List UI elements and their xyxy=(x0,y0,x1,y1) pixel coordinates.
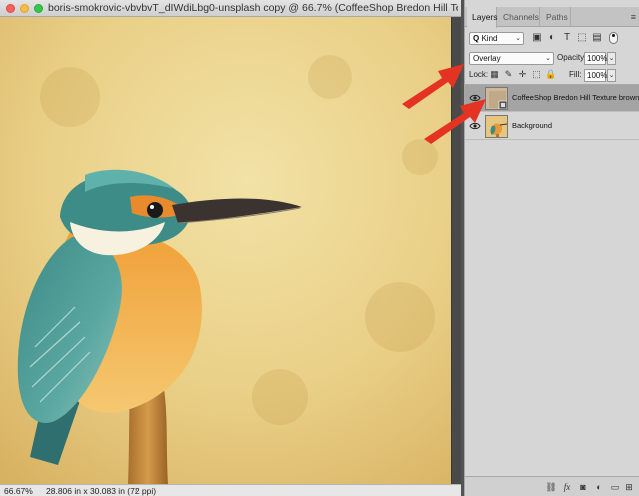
lock-label: Lock: xyxy=(469,70,489,79)
layer-name: CoffeeShop Bredon Hill Texture brown xyxy=(512,93,639,102)
document-window: boris-smokrovic-vbvbvT_dIWdiLbg0-unsplas… xyxy=(0,0,461,496)
photoshop-workspace: boris-smokrovic-vbvbvT_dIWdiLbg0-unsplas… xyxy=(0,0,639,496)
lock-all-icon[interactable]: 🔒 xyxy=(545,69,556,80)
lock-transparent-pixels-icon[interactable]: ▦ xyxy=(489,69,500,80)
add-mask-icon[interactable]: ◙ xyxy=(577,481,589,493)
blend-opacity-row: Overlay ⌄ Opacity: 100% ⌄ xyxy=(465,48,639,66)
smart-object-filter-icon[interactable]: ▤ xyxy=(591,32,603,44)
layer-row[interactable]: Background xyxy=(465,113,639,140)
fill-label: Fill: xyxy=(569,70,582,79)
tab-channels[interactable]: Channels xyxy=(498,7,540,27)
layers-panel: Layers Channels Paths ≡ Q Kind ⌄ ▣ ◐ T ⬚… xyxy=(464,0,639,496)
link-layers-icon[interactable]: ⛓ xyxy=(545,481,557,493)
chevron-down-icon: ⌄ xyxy=(515,35,521,42)
opacity-field[interactable]: 100% xyxy=(584,52,607,65)
tab-layers[interactable]: Layers xyxy=(467,7,498,28)
shape-filter-icon[interactable]: ⬚ xyxy=(576,32,588,44)
blend-mode-select[interactable]: Overlay ⌄ xyxy=(469,52,554,65)
kingfisher-photo xyxy=(0,17,451,484)
panel-menu-icon[interactable]: ≡ xyxy=(631,11,636,23)
opacity-label: Opacity: xyxy=(557,53,587,62)
lock-position-icon[interactable]: ✛ xyxy=(517,69,528,80)
chevron-down-icon: ⌄ xyxy=(545,55,551,62)
close-window-button[interactable] xyxy=(6,4,15,13)
status-bar: 66.67% 28.806 in x 30.083 in (72 ppi) › xyxy=(0,484,461,496)
layer-name: Background xyxy=(512,121,553,130)
red-arrow-to-texture-layer xyxy=(424,99,486,144)
status-menu-arrow-icon[interactable]: › xyxy=(135,486,137,496)
tab-paths[interactable]: Paths xyxy=(541,7,571,27)
minimize-window-button[interactable] xyxy=(20,4,29,13)
new-group-icon[interactable]: ▭ xyxy=(609,481,621,493)
fill-dropdown-icon[interactable]: ⌄ xyxy=(607,69,616,82)
document-title: boris-smokrovic-vbvbvT_dIWdiLbg0-unsplas… xyxy=(48,2,458,14)
layers-list: CoffeeShop Bredon Hill Texture brown Bac… xyxy=(465,84,639,475)
image-filter-icon[interactable]: ▣ xyxy=(531,32,543,44)
lock-image-pixels-icon[interactable]: ✎ xyxy=(503,69,514,80)
adjustment-filter-icon[interactable]: ◐ xyxy=(546,32,558,44)
filter-kind-label: Kind xyxy=(481,34,498,43)
blend-mode-value: Overlay xyxy=(473,54,501,63)
zoom-level-field[interactable]: 66.67% xyxy=(4,486,38,496)
lock-fill-row: Lock: ▦ ✎ ✛ ⬚ 🔒 Fill: 100% ⌄ xyxy=(465,66,639,84)
zoom-window-button[interactable] xyxy=(34,4,43,13)
layer-filter-row: Q Kind ⌄ ▣ ◐ T ⬚ ▤ xyxy=(465,29,639,47)
new-layer-icon[interactable]: ⊞ xyxy=(623,481,635,493)
document-canvas[interactable] xyxy=(0,17,451,484)
add-layer-style-icon[interactable]: fx xyxy=(561,481,573,493)
type-filter-icon[interactable]: T xyxy=(561,32,573,44)
fill-field[interactable]: 100% xyxy=(584,69,607,82)
document-size-info: 28.806 in x 30.083 in (72 ppi) xyxy=(46,486,157,496)
layer-row[interactable]: CoffeeShop Bredon Hill Texture brown xyxy=(465,85,639,112)
lock-artboard-icon[interactable]: ⬚ xyxy=(531,69,542,80)
document-title-bar[interactable]: boris-smokrovic-vbvbvT_dIWdiLbg0-unsplas… xyxy=(0,0,461,17)
layers-panel-footer: ⛓ fx ◙ ◐ ▭ ⊞ xyxy=(465,476,639,496)
filter-kind-select[interactable]: Q Kind ⌄ xyxy=(469,32,524,45)
panel-tab-bar: Layers Channels Paths ≡ xyxy=(465,7,639,28)
opacity-dropdown-icon[interactable]: ⌄ xyxy=(607,52,616,65)
filter-toggle[interactable] xyxy=(609,32,618,44)
search-icon: Q xyxy=(473,34,480,43)
new-adjustment-layer-icon[interactable]: ◐ xyxy=(593,481,605,493)
